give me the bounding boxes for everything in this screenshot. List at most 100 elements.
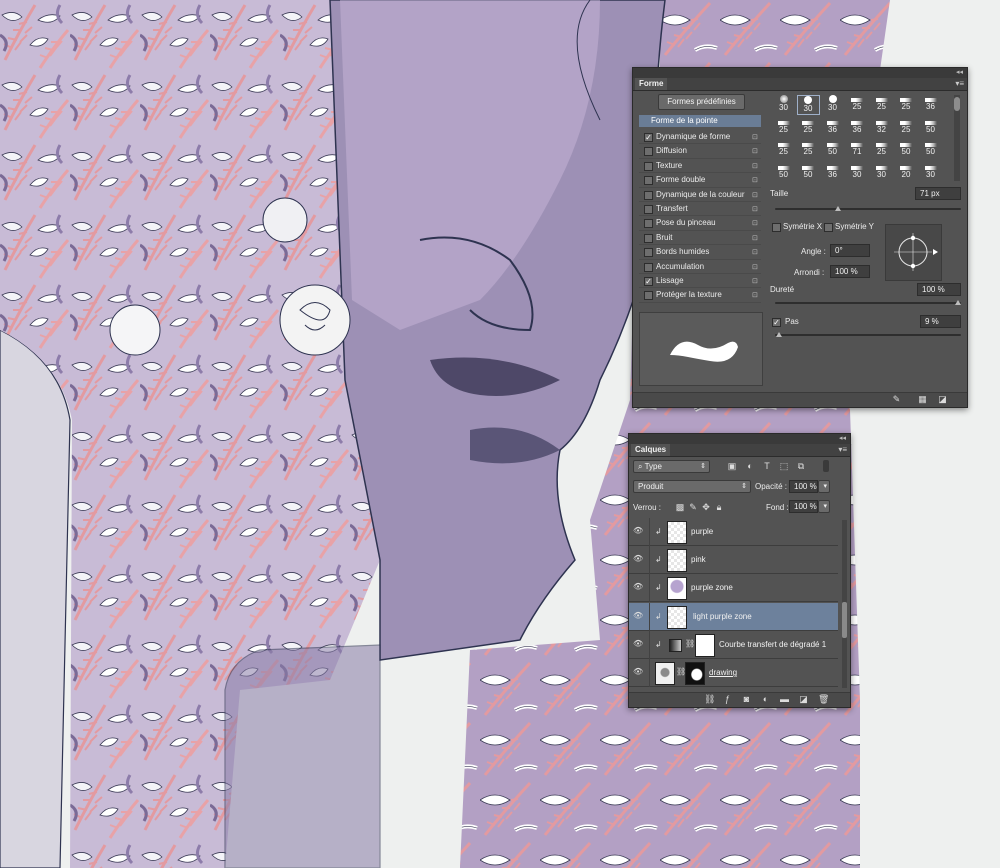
checked-checkbox[interactable]: ✓ — [644, 133, 653, 142]
tab-layers[interactable]: Calques — [631, 444, 671, 456]
brush-preset-cell[interactable]: 25 — [797, 118, 820, 138]
brush-preset-cell[interactable]: 50 — [821, 140, 844, 160]
hardness-slider[interactable] — [775, 302, 961, 304]
brush-grid-icon[interactable]: ▦ — [918, 395, 927, 404]
brush-preset-cell[interactable]: 25 — [797, 140, 820, 160]
brush-preset-cell[interactable]: 20 — [895, 163, 918, 182]
layer-thumbnail[interactable] — [667, 521, 687, 544]
brush-presets-button[interactable]: Formes prédéfinies — [658, 94, 745, 110]
visibility-eye-icon[interactable]: 👁︎ — [633, 583, 643, 591]
layer-name[interactable]: purple — [691, 527, 713, 536]
checkbox[interactable] — [644, 190, 653, 200]
new-group-icon[interactable]: ▬ — [780, 695, 789, 704]
opacity-field[interactable]: 100 % — [789, 480, 818, 493]
checkbox[interactable] — [644, 233, 653, 243]
layer-name[interactable]: purple zone — [691, 583, 733, 592]
layer-name[interactable]: drawing — [709, 668, 737, 677]
brush-preset-cell[interactable]: 30 — [796, 95, 820, 115]
panel-titlebar[interactable]: ◂◂ — [633, 68, 967, 78]
brush-option-item[interactable]: Pose du pinceau ⊡ — [639, 216, 761, 231]
brush-option-item[interactable]: Forme double ⊡ — [639, 173, 761, 188]
brush-preset-cell[interactable]: 25 — [870, 95, 893, 115]
adjustment-layer-icon[interactable]: ◐ — [761, 695, 770, 704]
brush-preset-cell[interactable]: 25 — [870, 140, 893, 160]
fill-dropdown-button[interactable]: ▾ — [818, 500, 830, 513]
lock-icon[interactable]: ⊡ — [752, 277, 758, 285]
layer-name[interactable]: Courbe transfert de dégradé 1 — [719, 640, 826, 649]
visibility-eye-icon[interactable]: 👁︎ — [633, 555, 643, 563]
brush-panel[interactable]: ◂◂ Forme ▾≡ Formes prédéfinies Forme de … — [632, 67, 968, 408]
brush-preset-cell[interactable]: 30 — [846, 163, 869, 182]
brush-preset-cell[interactable]: 36 — [821, 118, 844, 138]
layer-thumbnail[interactable] — [667, 605, 687, 629]
blend-mode-dropdown[interactable]: Produit ⇕ — [633, 480, 751, 493]
brush-option-item[interactable]: Protéger la texture ⊡ — [639, 288, 761, 303]
hardness-slider-thumb[interactable] — [955, 300, 961, 305]
lock-icon[interactable]: ⊡ — [752, 205, 758, 213]
panel-menu-icon[interactable]: ▾≡ — [955, 78, 964, 90]
layer-mask-thumbnail[interactable] — [685, 662, 705, 685]
brush-option-item[interactable]: Dynamique de la couleur ⊡ — [639, 188, 761, 202]
checkbox[interactable] — [644, 147, 653, 157]
roundness-field[interactable]: 100 % — [830, 265, 870, 278]
angle-field[interactable]: 0° — [830, 244, 870, 257]
flip-y-checkbox[interactable] — [824, 223, 833, 232]
angle-roundness-widget[interactable] — [885, 224, 942, 281]
brush-option-item[interactable]: Accumulation ⊡ — [639, 260, 761, 274]
layer-name[interactable]: light purple zone — [693, 612, 752, 621]
size-slider-thumb[interactable] — [835, 206, 841, 211]
brush-option-item[interactable]: ✓ Dynamique de forme ⊡ — [639, 130, 761, 145]
collapse-icon[interactable]: ◂◂ — [956, 68, 963, 78]
brush-preset-cell[interactable]: 71 — [846, 140, 869, 160]
visibility-eye-icon[interactable]: 👁︎ — [633, 527, 643, 535]
layer-thumbnail[interactable] — [667, 549, 687, 573]
brush-preset-cell[interactable]: 36 — [846, 118, 869, 138]
brush-preset-cell[interactable]: 25 — [772, 140, 795, 160]
layers-panel[interactable]: ◂◂ Calques ▾≡ ⌕ Type ⇕ ▣ ◐ T ⬚ ⧉ Produit… — [628, 433, 851, 708]
filter-toggle-icon[interactable] — [823, 460, 829, 472]
collapse-icon[interactable]: ◂◂ — [839, 434, 846, 444]
lock-icon[interactable]: ⊡ — [752, 263, 758, 271]
checked-checkbox[interactable]: ✓ — [644, 276, 653, 286]
checkbox[interactable] — [644, 204, 653, 214]
lock-icon[interactable]: ⊡ — [752, 147, 758, 155]
layer-name[interactable]: pink — [691, 555, 706, 564]
brush-preset-cell[interactable]: 25 — [846, 95, 869, 115]
lock-image-pixels-icon[interactable]: ✎ — [688, 502, 698, 512]
panel-titlebar[interactable]: ◂◂ — [629, 434, 850, 444]
brush-option-item[interactable]: Diffusion ⊡ — [639, 144, 761, 159]
brush-preset-cell[interactable]: 30 — [870, 163, 893, 182]
spacing-slider[interactable] — [775, 334, 961, 336]
brush-preset-cell[interactable]: 32 — [870, 118, 893, 138]
checkbox[interactable] — [644, 161, 653, 171]
spacing-checkbox[interactable]: ✓ — [772, 318, 781, 327]
checkbox[interactable] — [644, 176, 653, 186]
checkbox[interactable] — [644, 219, 653, 229]
scroll-thumb[interactable] — [842, 602, 847, 638]
lock-icon[interactable]: ⊡ — [752, 234, 758, 242]
brush-preset-cell[interactable]: 30 — [821, 95, 844, 115]
fill-field[interactable]: 100 % — [789, 500, 818, 513]
lock-icon[interactable]: ⊡ — [752, 219, 758, 227]
layer-row[interactable]: 👁︎ ⛓︎ drawing — [629, 659, 838, 687]
lock-icon[interactable]: ⊡ — [752, 176, 758, 184]
brush-preset-cell[interactable]: 30 — [919, 163, 942, 182]
layer-thumbnail[interactable] — [667, 577, 687, 601]
lock-icon[interactable]: ⊡ — [752, 133, 758, 141]
lock-transparent-pixels-icon[interactable]: ▩ — [675, 502, 685, 512]
layer-style-fx-icon[interactable]: ƒ — [723, 695, 732, 704]
lock-icon[interactable]: ⊡ — [752, 291, 758, 299]
hardness-field[interactable]: 100 % — [917, 283, 961, 296]
filter-adjustment-icon[interactable]: ◐ — [745, 461, 755, 471]
spacing-slider-thumb[interactable] — [776, 332, 782, 337]
lock-icon[interactable]: ⊡ — [752, 191, 758, 199]
lock-position-icon[interactable]: ✥ — [701, 502, 711, 512]
brush-option-item[interactable]: Bruit ⊡ — [639, 231, 761, 246]
brush-preset-cell[interactable]: 50 — [919, 140, 942, 160]
filter-smart-object-icon[interactable]: ⧉ — [796, 461, 806, 471]
layers-scrollbar[interactable] — [842, 520, 847, 688]
link-layers-icon[interactable]: ⛓︎ — [704, 695, 715, 704]
delete-layer-icon[interactable]: 🗑︎ — [818, 695, 829, 704]
brush-preset-cell[interactable]: 50 — [919, 118, 942, 138]
brush-preset-cell[interactable]: 50 — [772, 163, 795, 182]
